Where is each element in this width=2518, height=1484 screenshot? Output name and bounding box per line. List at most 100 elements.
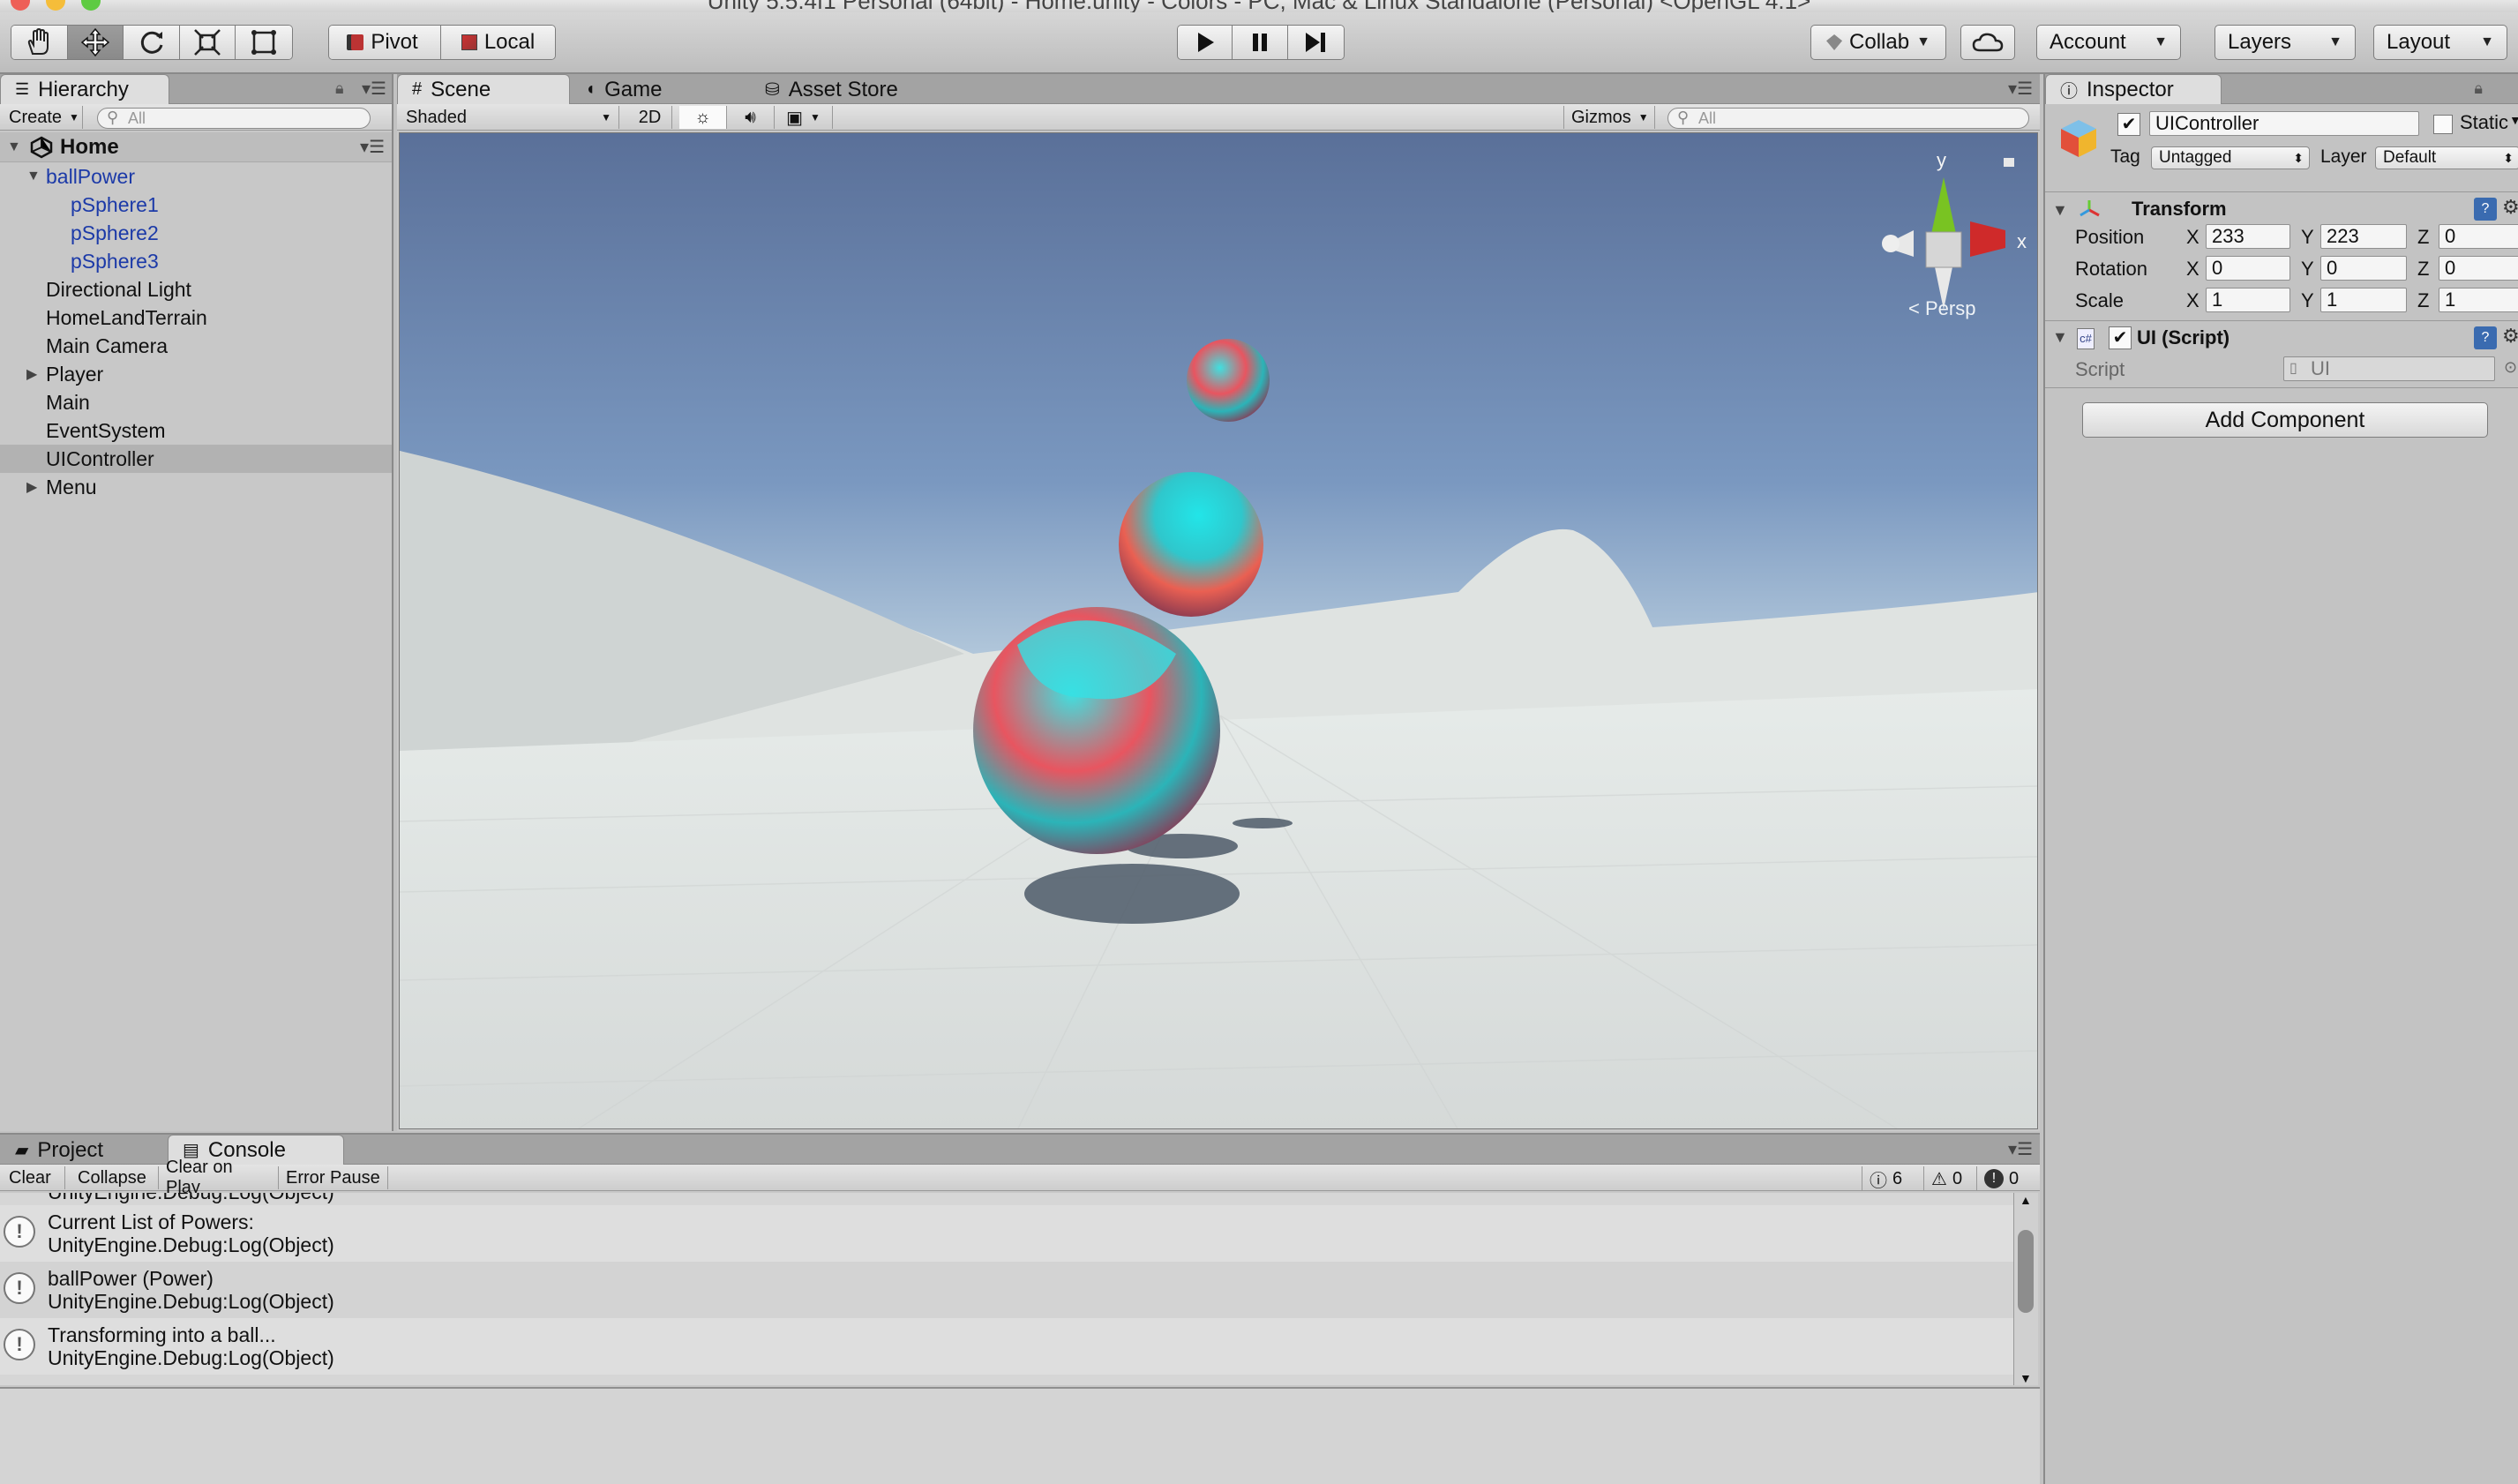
- rect-tool-button[interactable]: [236, 26, 292, 59]
- hierarchy-item-label: ballPower: [46, 164, 135, 188]
- log-count-toggle[interactable]: ⓘ 6: [1862, 1166, 1902, 1191]
- mode-2d-toggle[interactable]: 2D: [628, 106, 672, 129]
- hierarchy-item[interactable]: Main Camera: [0, 332, 392, 360]
- hierarchy-item[interactable]: pSphere1: [0, 191, 392, 219]
- hierarchy-item[interactable]: pSphere2: [0, 219, 392, 247]
- scrollbar-thumb[interactable]: [2018, 1230, 2034, 1313]
- caret-down-icon[interactable]: ▼: [2509, 113, 2518, 127]
- warning-count-toggle[interactable]: ⚠ 0: [1923, 1166, 1962, 1191]
- scene-search-input[interactable]: ⚲ All: [1667, 108, 2029, 129]
- rotate-tool-button[interactable]: [124, 26, 180, 59]
- object-picker-icon[interactable]: ⊙: [2504, 358, 2517, 377]
- move-tool-button[interactable]: [67, 26, 124, 59]
- console-log-row[interactable]: ! Transforming into a ball... UnityEngine…: [0, 1318, 2013, 1375]
- position-x-field[interactable]: 233: [2206, 224, 2290, 249]
- scene-menu-icon[interactable]: ▾☰: [360, 136, 385, 158]
- hierarchy-item[interactable]: HomeLandTerrain: [0, 304, 392, 332]
- scale-z-field[interactable]: 1: [2439, 288, 2518, 312]
- hierarchy-item[interactable]: Directional Light: [0, 275, 392, 304]
- panel-menu-icon[interactable]: ▾☰: [2008, 1138, 2033, 1160]
- tab-inspector[interactable]: ⓘ Inspector: [2045, 74, 2222, 104]
- layout-dropdown[interactable]: Layout ▼: [2373, 25, 2507, 60]
- perspective-label[interactable]: < Persp: [1908, 297, 1975, 319]
- tab-project[interactable]: ▰ Project: [0, 1135, 168, 1165]
- collab-dropdown[interactable]: Collab ▼: [1810, 25, 1946, 60]
- position-y-field[interactable]: 223: [2320, 224, 2407, 249]
- hand-tool-button[interactable]: [11, 26, 68, 59]
- gizmo-lock-icon[interactable]: [2004, 158, 2014, 167]
- scene-viewport[interactable]: y x < Persp: [399, 132, 2038, 1129]
- tab-game[interactable]: ◖ Game: [570, 74, 738, 104]
- hierarchy-item[interactable]: EventSystem: [0, 416, 392, 445]
- pivot-button[interactable]: Pivot: [329, 26, 442, 59]
- step-button[interactable]: [1287, 26, 1344, 59]
- scale-x-field[interactable]: 1: [2206, 288, 2290, 312]
- collapse-button[interactable]: Collapse: [71, 1166, 159, 1189]
- lock-icon[interactable]: 🔒︎: [335, 79, 344, 98]
- shading-mode-dropdown[interactable]: Shaded ▼: [399, 106, 619, 129]
- transform-title: Transform: [2132, 198, 2227, 220]
- object-name-field[interactable]: UIController: [2149, 111, 2419, 136]
- console-log-row[interactable]: ! ballPower (Power) UnityEngine.Debug:Log…: [0, 1262, 2013, 1318]
- hierarchy-item-selected[interactable]: UIController: [0, 445, 392, 473]
- script-object-field[interactable]: ▯ UI: [2283, 356, 2495, 381]
- clear-on-play-button[interactable]: Clear on Play: [159, 1158, 279, 1197]
- static-checkbox[interactable]: [2433, 115, 2453, 134]
- position-z-field[interactable]: 0: [2439, 224, 2518, 249]
- hierarchy-item[interactable]: Main: [0, 388, 392, 416]
- console-detail-area[interactable]: [0, 1387, 2040, 1484]
- error-pause-button[interactable]: Error Pause: [279, 1166, 388, 1189]
- add-component-button[interactable]: Add Component: [2082, 402, 2488, 438]
- clear-button[interactable]: Clear: [2, 1166, 65, 1189]
- expand-triangle-icon[interactable]: ▼: [7, 139, 23, 155]
- tag-dropdown[interactable]: Untagged ⬍: [2151, 146, 2310, 169]
- create-dropdown[interactable]: Create ▼: [2, 106, 83, 129]
- scale-tool-button[interactable]: [179, 26, 236, 59]
- cloud-button[interactable]: [1960, 25, 2015, 60]
- tab-hierarchy[interactable]: ☰ Hierarchy: [0, 74, 169, 104]
- active-checkbox[interactable]: ✔: [2117, 113, 2140, 136]
- layer-dropdown[interactable]: Default ⬍: [2375, 146, 2518, 169]
- play-button[interactable]: [1178, 26, 1233, 59]
- hierarchy-item-label: Menu: [46, 475, 97, 498]
- expand-triangle-icon[interactable]: ▼: [26, 169, 42, 184]
- scene-effects-dropdown[interactable]: ▣ ▼: [775, 106, 833, 129]
- tab-scene[interactable]: # Scene: [397, 74, 570, 104]
- hierarchy-item[interactable]: pSphere3: [0, 247, 392, 275]
- console-scrollbar[interactable]: ▲ ▼: [2013, 1193, 2038, 1385]
- hierarchy-search-input[interactable]: ⚲ All: [97, 108, 371, 129]
- pause-button[interactable]: [1233, 26, 1288, 59]
- lock-icon[interactable]: 🔒︎: [2474, 79, 2483, 98]
- local-button[interactable]: Local: [441, 26, 555, 59]
- scale-y-field[interactable]: 1: [2320, 288, 2407, 312]
- gizmos-dropdown[interactable]: Gizmos ▼: [1563, 106, 1655, 129]
- scene-lighting-toggle[interactable]: ☼: [679, 106, 727, 129]
- layers-dropdown[interactable]: Layers ▼: [2214, 25, 2356, 60]
- help-book-icon[interactable]: ?: [2474, 326, 2497, 349]
- scroll-up-icon[interactable]: ▲: [2020, 1193, 2032, 1207]
- error-count-toggle[interactable]: ! 0: [1976, 1166, 2019, 1191]
- hierarchy-item[interactable]: ▼ ballPower: [0, 162, 392, 191]
- collapse-triangle-icon[interactable]: ▼: [2052, 328, 2068, 347]
- rotation-z-field[interactable]: 0: [2439, 256, 2518, 281]
- collapse-triangle-icon[interactable]: ▼: [2052, 201, 2068, 220]
- panel-menu-icon[interactable]: ▾☰: [2008, 78, 2033, 100]
- hierarchy-item[interactable]: ▶ Menu: [0, 473, 392, 501]
- scene-audio-toggle[interactable]: 🔊︎: [727, 106, 775, 129]
- collapsed-triangle-icon[interactable]: ▶: [26, 365, 42, 383]
- local-label: Local: [483, 30, 536, 54]
- scroll-down-icon[interactable]: ▼: [2020, 1371, 2032, 1385]
- panel-menu-icon[interactable]: ▾☰: [362, 78, 386, 100]
- gear-icon[interactable]: ⚙: [2502, 325, 2518, 348]
- rotation-x-field[interactable]: 0: [2206, 256, 2290, 281]
- rotation-y-field[interactable]: 0: [2320, 256, 2407, 281]
- scene-header[interactable]: ▼ Home ▾☰: [0, 132, 392, 162]
- tab-asset-store[interactable]: ⛁ Asset Store: [750, 74, 962, 104]
- account-dropdown[interactable]: Account ▼: [2036, 25, 2181, 60]
- hierarchy-item[interactable]: ▶ Player: [0, 360, 392, 388]
- gear-icon[interactable]: ⚙: [2502, 196, 2518, 219]
- script-enabled-checkbox[interactable]: ✔: [2109, 326, 2132, 349]
- collapsed-triangle-icon[interactable]: ▶: [26, 478, 42, 496]
- help-book-icon[interactable]: ?: [2474, 198, 2497, 221]
- console-log-row[interactable]: ! Current List of Powers: UnityEngine.Deb…: [0, 1205, 2013, 1262]
